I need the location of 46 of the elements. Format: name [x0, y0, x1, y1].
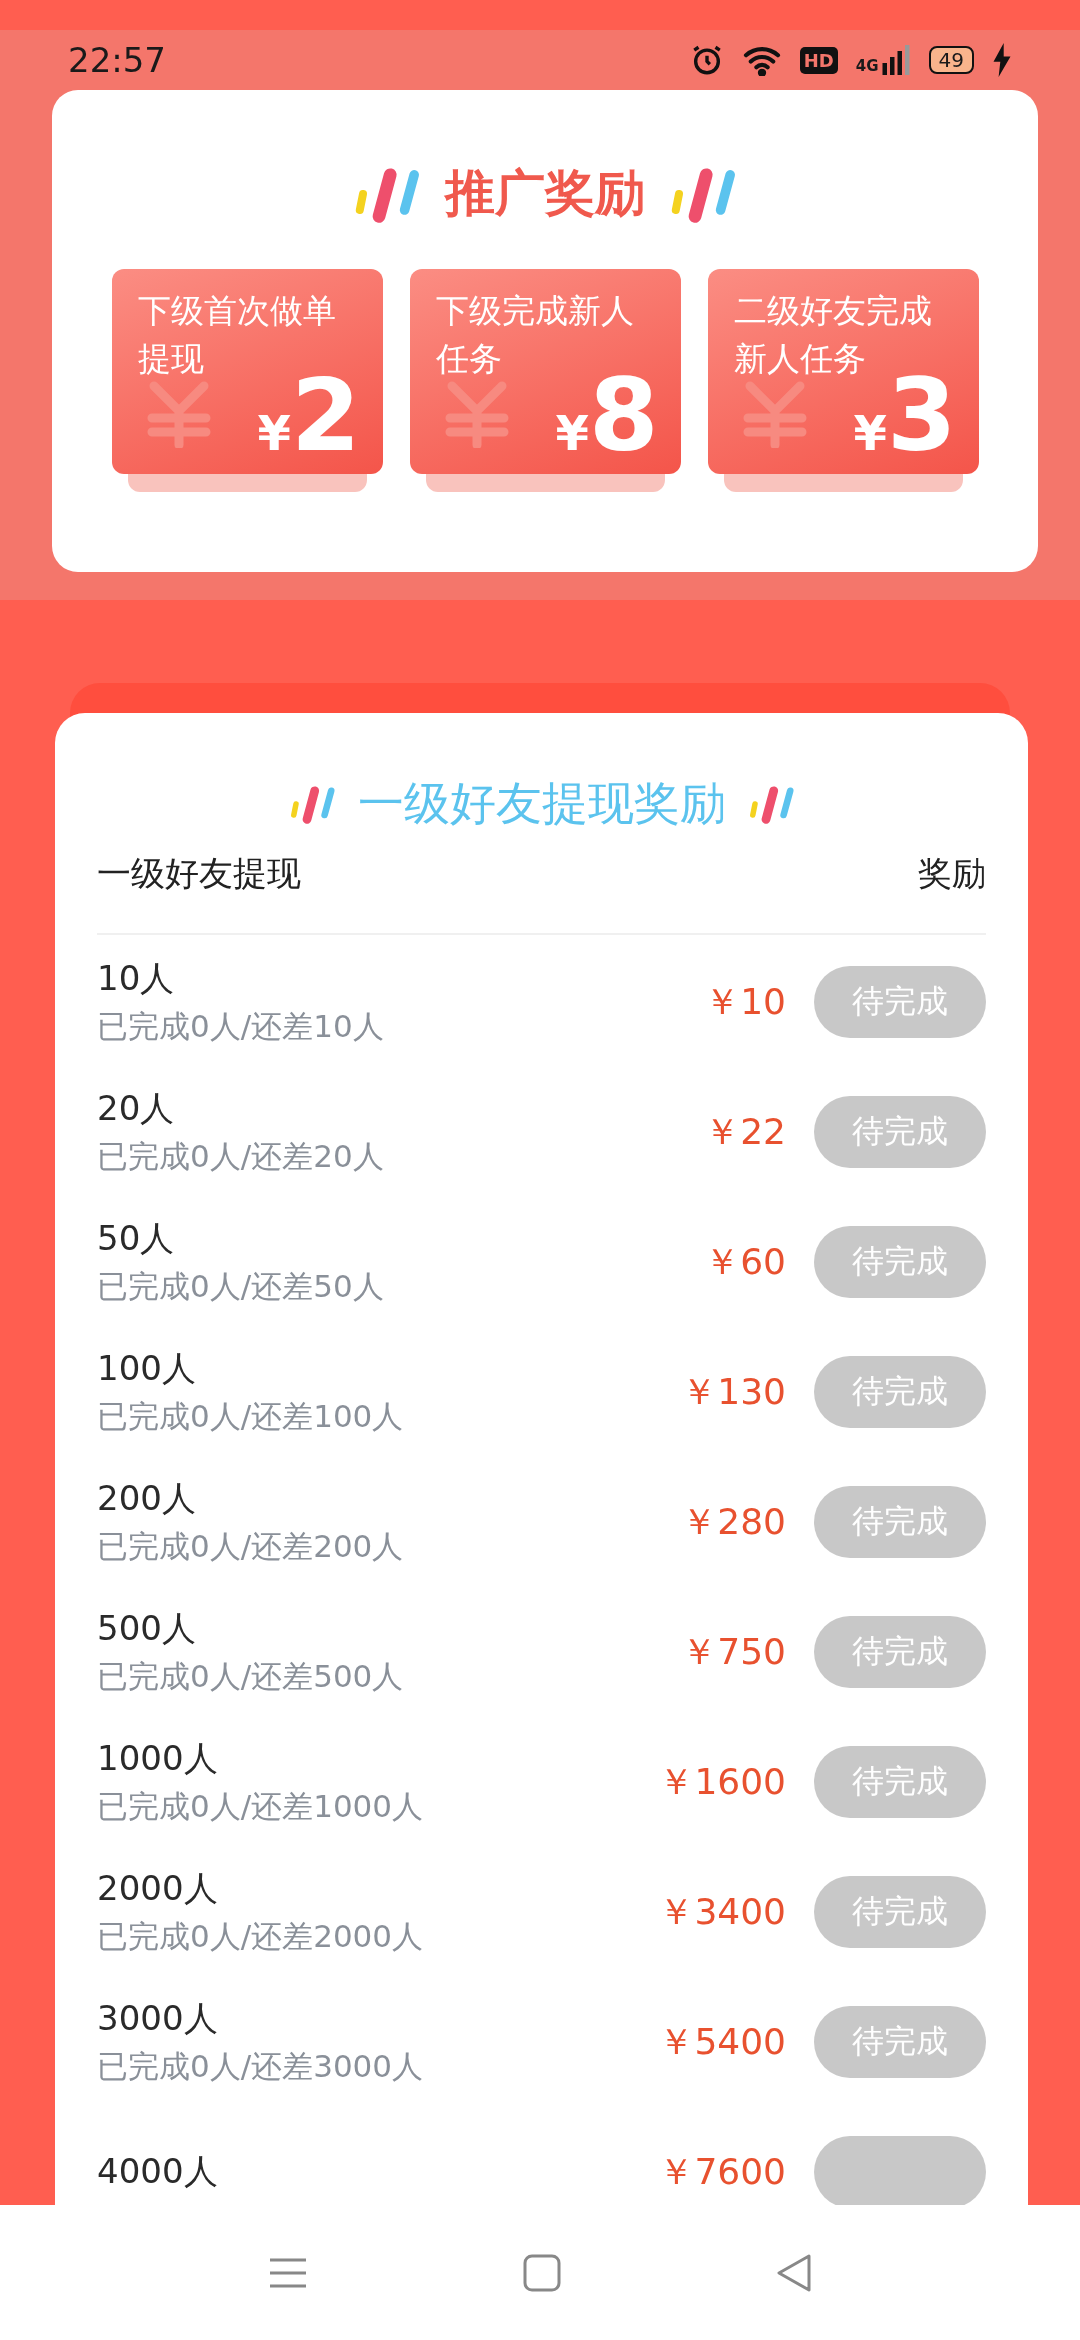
progress-text: 已完成0人/还差50人 — [97, 1267, 385, 1306]
tier-label: 1000人 — [97, 1737, 219, 1780]
tier-label: 20人 — [97, 1087, 176, 1130]
reward-amount: ￥5400 — [658, 2019, 786, 2064]
status-time: 22:57 — [68, 40, 166, 80]
tier-label: 500人 — [97, 1607, 197, 1650]
reward-amount: ￥60 — [704, 1239, 786, 1284]
progress-text: 已完成0人/还差1000人 — [97, 1787, 425, 1826]
progress-text: 已完成0人/还差2000人 — [97, 1917, 425, 1956]
promo-title: 推广奖励 — [445, 163, 645, 224]
tier-label: 4000人 — [97, 2150, 219, 2193]
tier-label: 3000人 — [97, 1997, 219, 2040]
tier-label: 10人 — [97, 957, 176, 1000]
currency-sign: ¥ — [853, 405, 887, 461]
reward-amount: ￥10 — [704, 979, 786, 1024]
wifi-icon — [741, 44, 782, 76]
tier-label: 100人 — [97, 1347, 197, 1390]
hd-badge: HD — [799, 46, 838, 74]
back-icon[interactable] — [776, 2252, 813, 2293]
currency-sign: ¥ — [257, 405, 291, 461]
column-header: 一级好友提现 — [97, 852, 301, 895]
signal-icon — [880, 45, 911, 75]
progress-text: 已完成0人/还差20人 — [97, 1137, 385, 1176]
reward-amount: ￥130 — [681, 1369, 786, 1414]
progress-text: 已完成0人/还差500人 — [97, 1657, 405, 1696]
reward-amount: ￥1600 — [658, 1759, 786, 1804]
reward-amount: ￥3400 — [658, 1889, 786, 1934]
progress-text: 已完成0人/还差3000人 — [97, 2047, 425, 2086]
tile-amount: 2 — [290, 366, 361, 466]
tier-label: 2000人 — [97, 1867, 219, 1910]
rewards-title: 一级好友提现奖励 — [357, 775, 726, 832]
reward-amount: ￥7600 — [658, 2149, 786, 2194]
reward-amount: ￥280 — [681, 1499, 786, 1544]
battery-indicator: 49 — [928, 46, 974, 74]
tier-label: 50人 — [97, 1217, 176, 1260]
tier-label: 200人 — [97, 1477, 197, 1520]
reward-amount: ￥750 — [681, 1629, 786, 1674]
column-header: 奖励 — [918, 852, 986, 895]
network-label: 4G — [855, 57, 879, 75]
reward-amount: ￥22 — [704, 1109, 786, 1154]
charging-icon — [992, 43, 1012, 77]
progress-text: 已完成0人/还差10人 — [97, 1007, 385, 1046]
home-icon[interactable] — [523, 2253, 561, 2292]
currency-sign: ¥ — [555, 405, 589, 461]
progress-text: 已完成0人/还差200人 — [97, 1527, 405, 1566]
progress-text: 已完成0人/还差100人 — [97, 1397, 405, 1436]
